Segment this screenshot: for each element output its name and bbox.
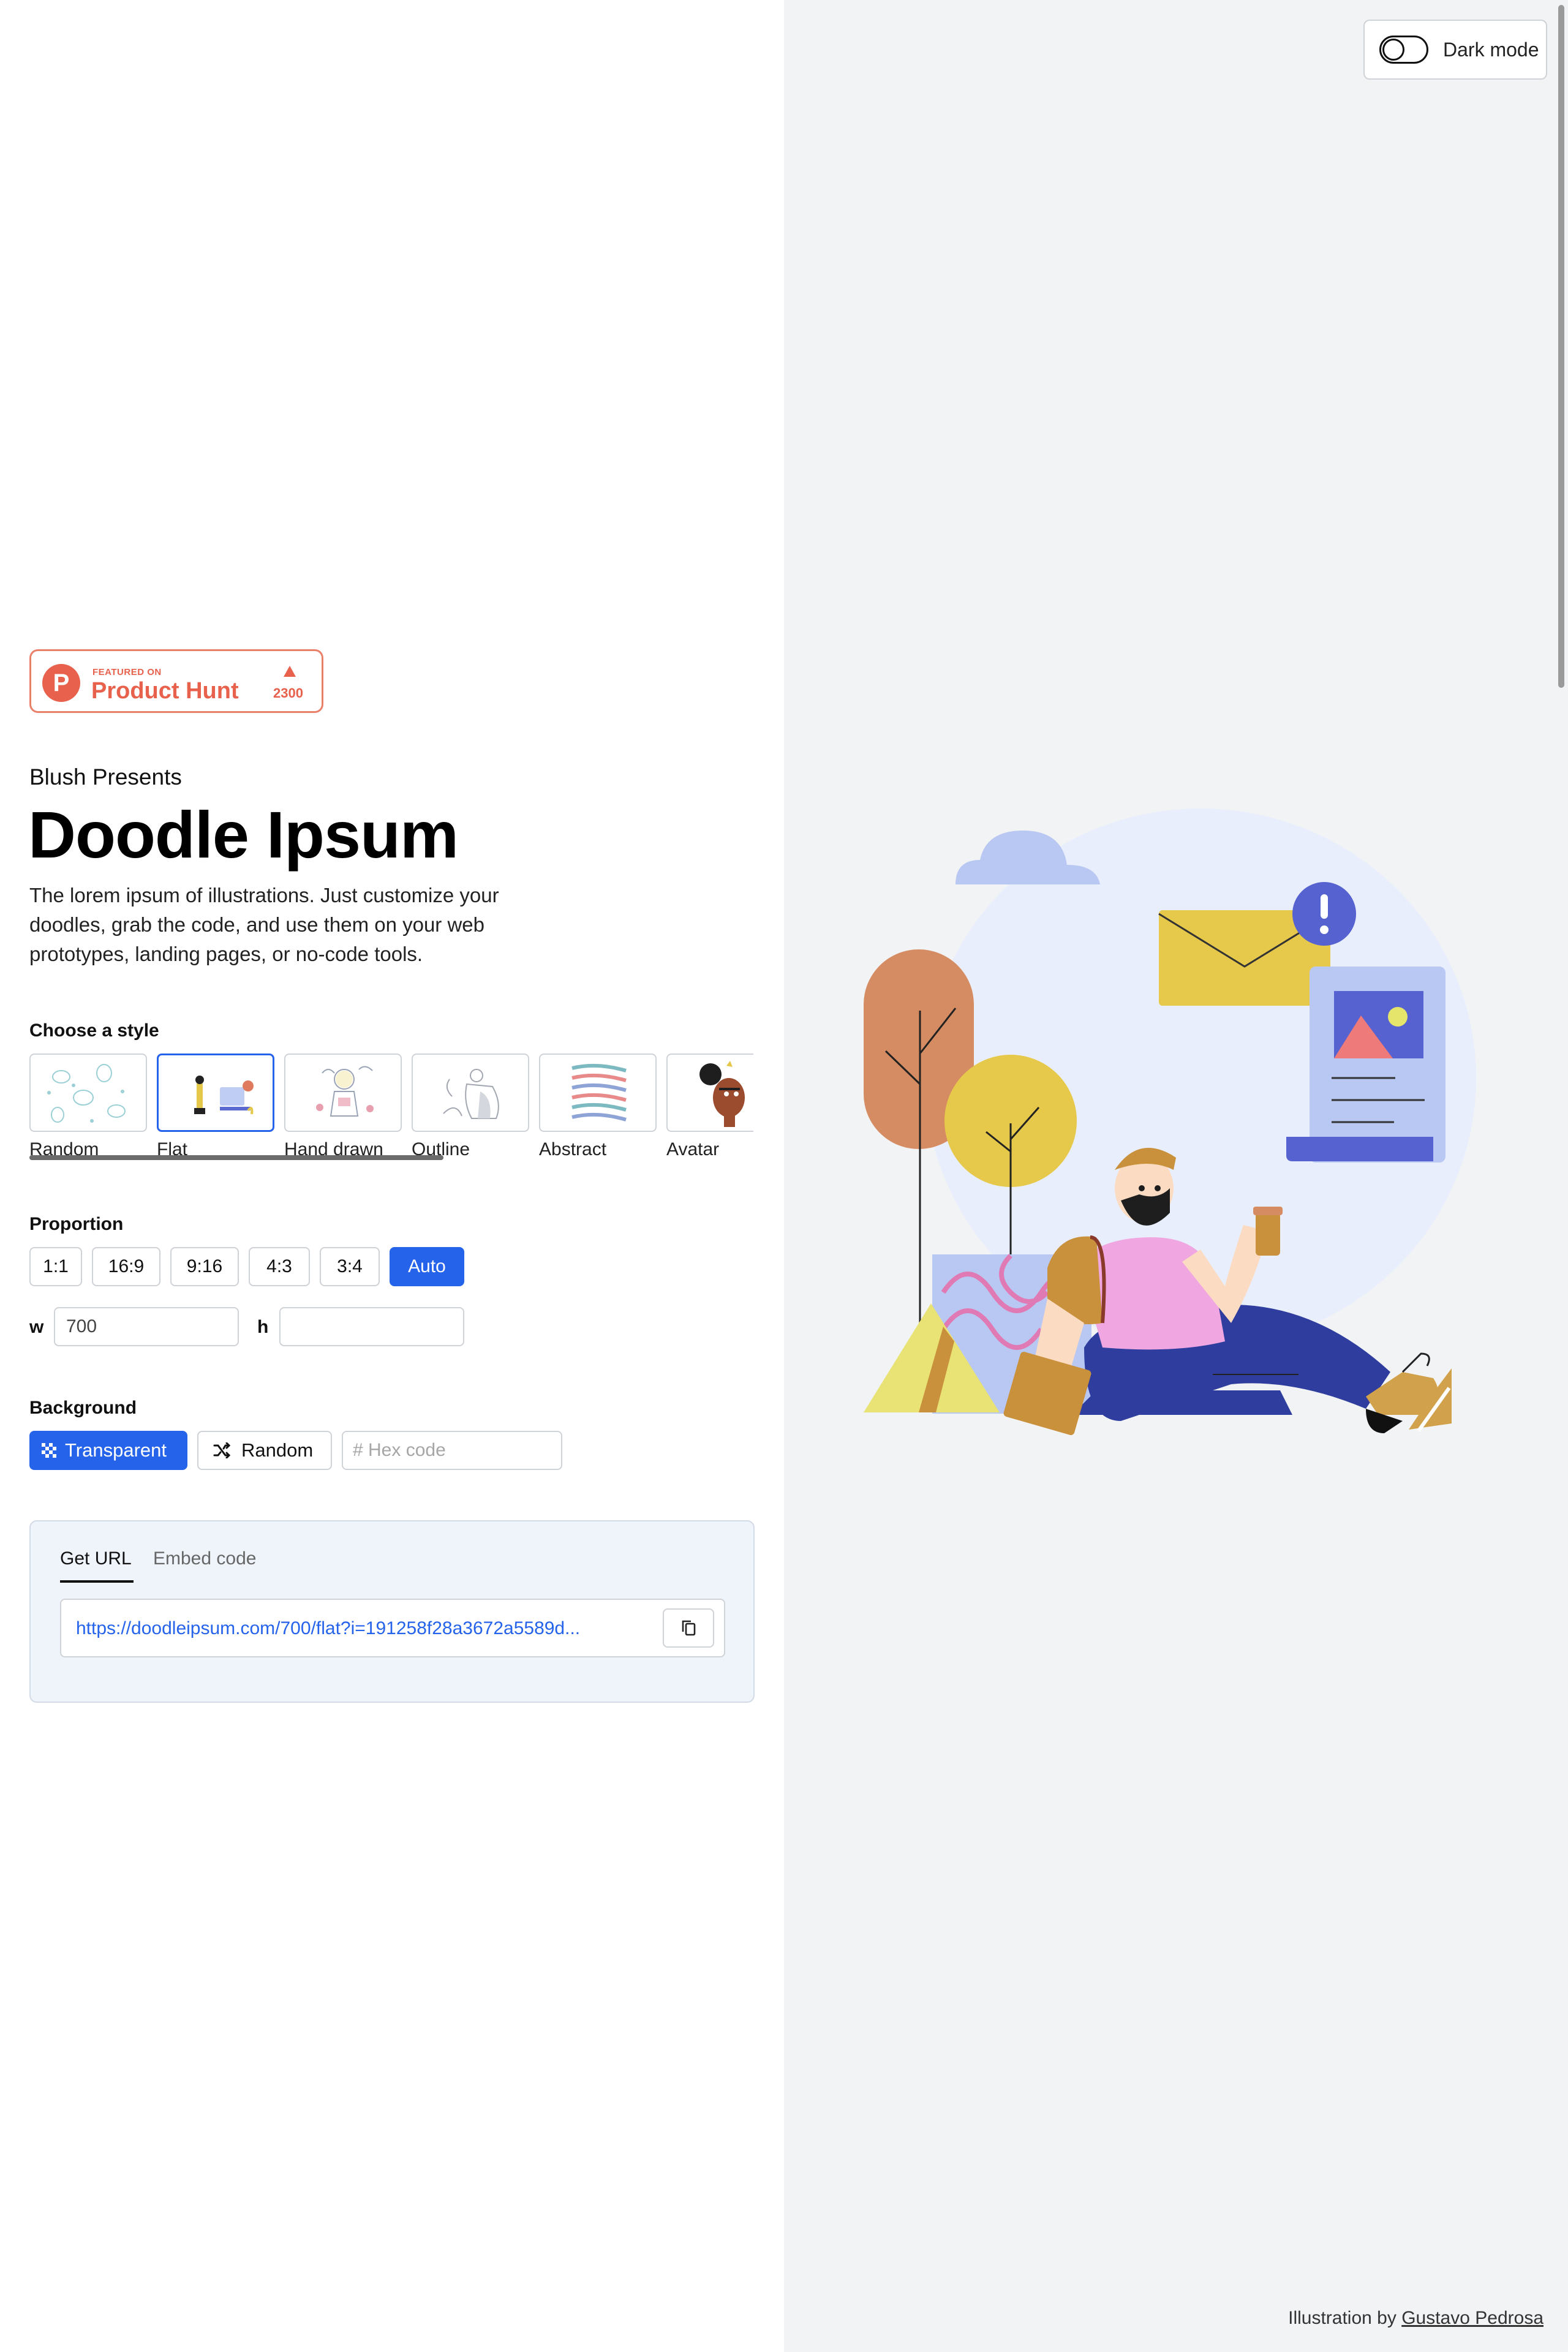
flat-style-thumbnail [194, 1076, 254, 1115]
proportion-3-4-button[interactable]: 3:4 [320, 1247, 380, 1286]
background-random-button[interactable]: Random [197, 1431, 332, 1470]
dark-mode-toggle[interactable]: Dark mode [1363, 20, 1547, 80]
avatar-style-thumbnail [699, 1061, 745, 1127]
background-section-label: Background [29, 1398, 137, 1418]
style-card-avatar[interactable] [666, 1054, 753, 1132]
width-input[interactable]: 700 [54, 1307, 239, 1346]
style-card-hand-drawn[interactable] [284, 1054, 402, 1132]
presenter-text: Blush Presents [29, 764, 182, 790]
proportion-section-label: Proportion [29, 1214, 124, 1234]
tab-embed-code[interactable]: Embed code [153, 1548, 256, 1569]
style-card-outline[interactable] [412, 1054, 529, 1132]
badge-upvote-count: 2300 [273, 685, 303, 701]
checkerboard-icon [42, 1443, 56, 1458]
credit-author-link[interactable]: Gustavo Pedrosa [1401, 2308, 1544, 2328]
page-scrollbar[interactable] [1558, 5, 1564, 688]
toggle-knob [1382, 39, 1404, 61]
page-title: Doodle Ipsum [28, 797, 459, 872]
active-tab-indicator [60, 1580, 134, 1583]
style-card-abstract[interactable] [539, 1054, 657, 1132]
output-panel: Get URL Embed code https://doodleipsum.c… [29, 1520, 755, 1703]
toggle-switch[interactable] [1379, 36, 1428, 64]
style-section-label: Choose a style [29, 1020, 159, 1041]
copy-button[interactable] [663, 1608, 714, 1648]
style-card-random[interactable] [29, 1054, 147, 1132]
tab-get-url[interactable]: Get URL [60, 1548, 132, 1569]
background-transparent-label: Transparent [65, 1439, 167, 1461]
background-random-label: Random [241, 1439, 314, 1461]
shuffle-icon [213, 1442, 231, 1458]
abstract-style-thumbnail [571, 1063, 627, 1121]
badge-product-name: Product Hunt [91, 678, 239, 704]
background-transparent-button[interactable]: Transparent [29, 1431, 187, 1470]
proportion-1-1-button[interactable]: 1:1 [29, 1247, 82, 1286]
height-input[interactable] [279, 1307, 464, 1346]
style-label-abstract: Abstract [539, 1139, 607, 1159]
proportion-9-16-button[interactable]: 9:16 [170, 1247, 239, 1286]
proportion-16-9-button[interactable]: 16:9 [92, 1247, 160, 1286]
product-hunt-badge[interactable]: P FEATURED ON Product Hunt 2300 [29, 649, 323, 713]
random-style-thumbnail [47, 1064, 126, 1123]
page-description: The lorem ipsum of illustrations. Just c… [29, 884, 499, 965]
proportion-4-3-button[interactable]: 4:3 [249, 1247, 310, 1286]
width-label: w [29, 1317, 44, 1337]
url-field[interactable]: https://doodleipsum.com/700/flat?i=19125… [60, 1599, 725, 1657]
controls-panel: P FEATURED ON Product Hunt 2300 Blush Pr… [0, 0, 784, 2352]
hex-code-input[interactable]: # Hex code [342, 1431, 562, 1470]
copy-icon [682, 1620, 696, 1636]
dark-mode-label: Dark mode [1443, 38, 1539, 61]
proportion-auto-button[interactable]: Auto [390, 1247, 464, 1286]
height-label: h [257, 1317, 269, 1337]
outline-style-thumbnail [443, 1069, 499, 1119]
style-label-avatar: Avatar [666, 1139, 720, 1159]
doodle-illustration [864, 809, 1476, 1435]
upvote-arrow-icon [284, 666, 296, 677]
credit-prefix: Illustration by [1288, 2308, 1396, 2328]
illustration-credit: Illustration by Gustavo Pedrosa [1288, 2308, 1544, 2329]
hand-drawn-style-thumbnail [316, 1066, 374, 1117]
product-hunt-logo-icon: P [42, 664, 80, 702]
style-row-scrollbar[interactable] [29, 1155, 443, 1160]
generated-url[interactable]: https://doodleipsum.com/700/flat?i=19125… [76, 1618, 652, 1639]
style-selector: Random Flat Hand drawn Outline Abstract … [29, 1054, 753, 1164]
badge-featured-text: FEATURED ON [92, 667, 162, 677]
style-card-flat[interactable] [157, 1054, 274, 1132]
